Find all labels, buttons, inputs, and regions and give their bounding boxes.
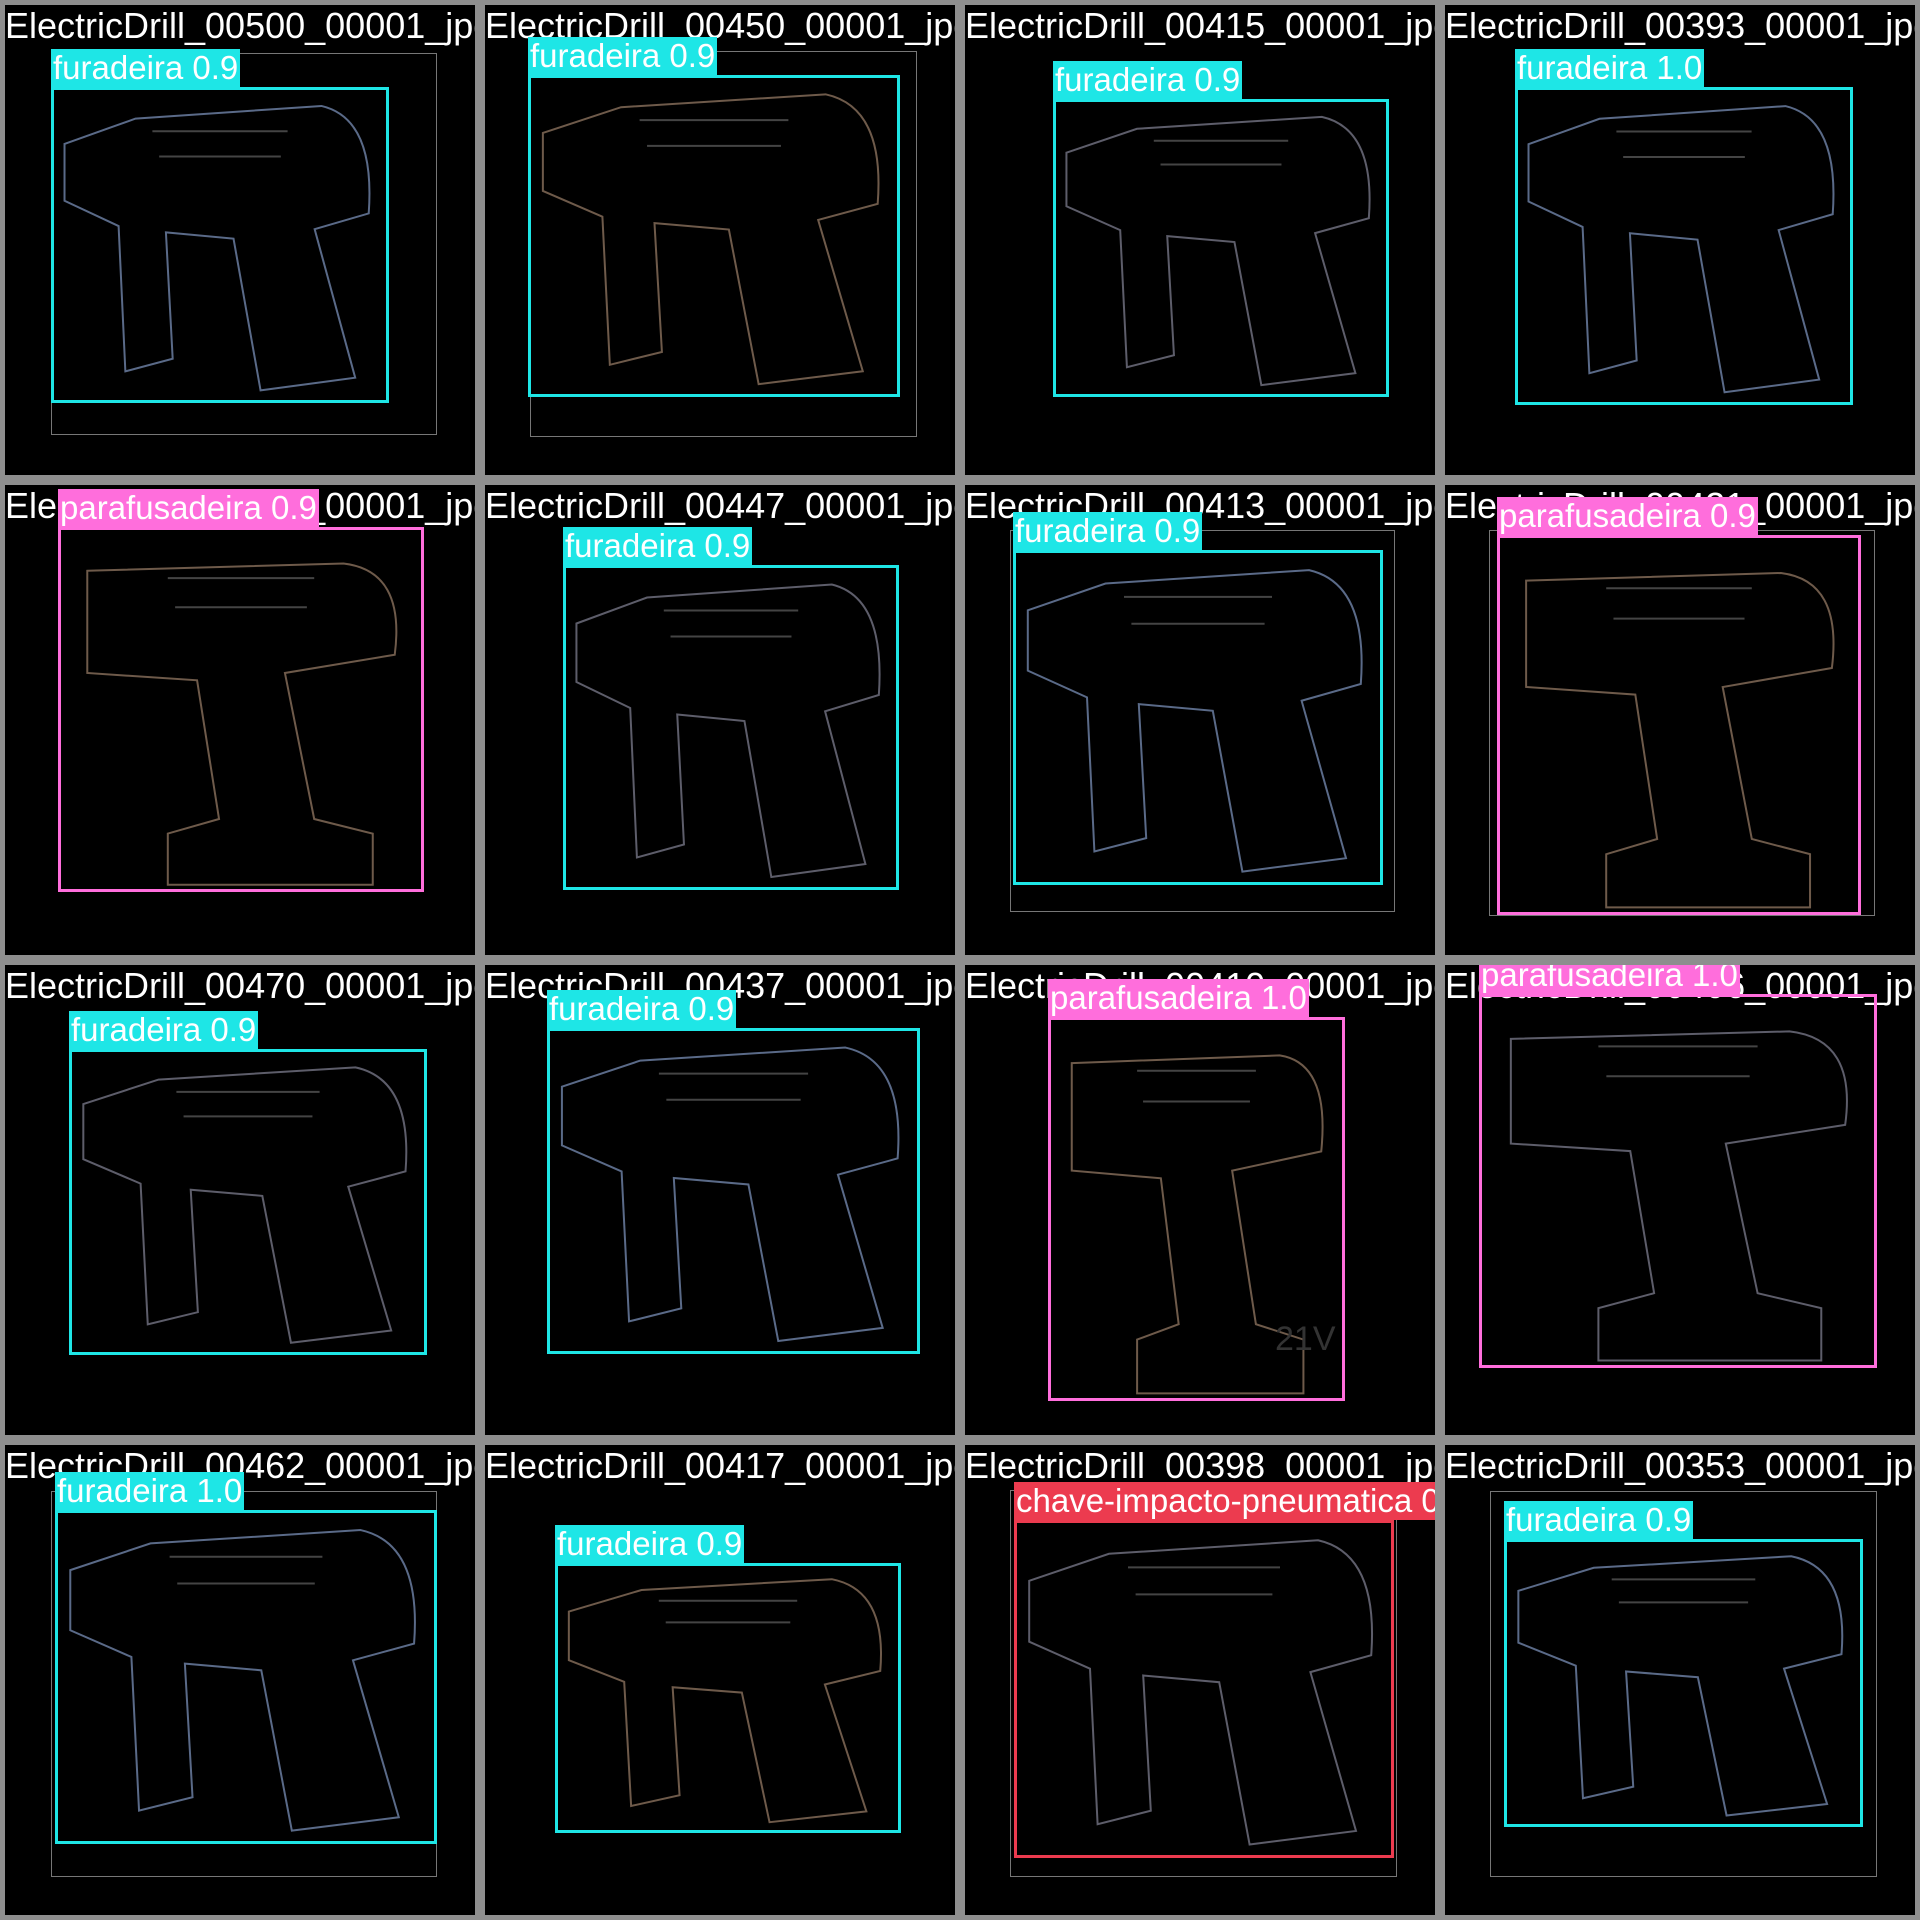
detection-box: furadeira 0.9 <box>69 1011 427 1355</box>
detection-label: parafusadeira 0.9 <box>58 489 319 527</box>
prediction-tile: ElectricDrill_00462_00001_jpg.rf.2b1f02a… <box>0 1440 480 1920</box>
detection-box: furadeira 0.9 <box>1504 1501 1863 1827</box>
image-filename: ElectricDrill_00500_00001_jpg.rf.6bd3458… <box>5 5 475 46</box>
detection-box: furadeira 0.9 <box>51 49 389 403</box>
detection-box: parafusadeira 1.0 <box>1479 965 1877 1368</box>
detection-label: parafusadeira 0.9 <box>1497 497 1758 535</box>
prediction-tile: ElectricDrill_00415_00001_jpg.rf.2022787… <box>960 0 1440 480</box>
prediction-tile: ElectricDrill_00500_00001_jpg.rf.6bd3458… <box>0 0 480 480</box>
detection-box: furadeira 0.9 <box>1053 61 1389 397</box>
prediction-tile: ElectricDrill_00413_00001_jpg.rf.d45f20f… <box>960 480 1440 960</box>
detection-label: furadeira 0.9 <box>1504 1501 1694 1539</box>
image-filename: ElectricDrill_00447_00001_jpg.rf.2064ef7… <box>485 485 955 526</box>
prediction-tile: ElectricDrill_00437_00001_jpg.rf.e9f1477… <box>480 960 960 1440</box>
detection-label: parafusadeira 1.0 <box>1479 965 1740 994</box>
detection-label: furadeira 0.9 <box>51 49 241 87</box>
prediction-tile: ElectricDrill_00401_00001_jpgparafusadei… <box>0 480 480 960</box>
prediction-tile: ElectricDrill_00421_00001_jpgparafusadei… <box>1440 480 1920 960</box>
prediction-tile: ElectricDrill_00417_00001_jpg.rf.76d4113… <box>480 1440 960 1920</box>
image-filename: ElectricDrill_00353_00001_jpg.rf.1e5f598… <box>1445 1445 1915 1486</box>
prediction-tile: ElectricDrill_00398_00001_jpg.rf.27591d6… <box>960 1440 1440 1920</box>
prediction-tile: ElectricDrill_00410_00001_jpg.rf.c8e8514… <box>960 960 1440 1440</box>
detection-label: furadeira 1.0 <box>1515 49 1705 87</box>
detection-box: furadeira 1.0 <box>1515 49 1853 405</box>
voltage-text: 21V <box>1275 1320 1336 1358</box>
detection-label: furadeira 0.9 <box>1053 61 1243 99</box>
detection-box: parafusadeira 0.9 <box>58 489 424 892</box>
detection-box: furadeira 0.9 <box>547 990 920 1354</box>
detection-box: furadeira 0.9 <box>555 1525 901 1833</box>
detection-box: furadeira 0.9 <box>1013 512 1383 885</box>
detection-box: furadeira 1.0 <box>55 1472 437 1844</box>
image-filename: ElectricDrill_00398_00001_jpg.rf.27591d6… <box>965 1445 1435 1486</box>
prediction-tile: ElectricDrill_00393_00001_jpg.rf.74ea119… <box>1440 0 1920 480</box>
detection-label: furadeira 0.9 <box>69 1011 259 1049</box>
detection-box: furadeira 0.9 <box>563 527 899 890</box>
prediction-tile: ElectricDrill_00450_00001_jpg.rf.6bd3458… <box>480 0 960 480</box>
detection-label: furadeira 0.9 <box>563 527 753 565</box>
prediction-tile: ElectricDrill_00353_00001_jpg.rf.1e5f598… <box>1440 1440 1920 1920</box>
detection-label: chave-impacto-pneumatica 0.6 <box>1014 1482 1435 1520</box>
prediction-tile: ElectricDrill_00470_00001_jpg.rf.4f97a3c… <box>0 960 480 1440</box>
detection-label: furadeira 0.9 <box>555 1525 745 1563</box>
image-filename: ElectricDrill_00415_00001_jpg.rf.2022787… <box>965 5 1435 46</box>
image-filename: ElectricDrill_00393_00001_jpg.rf.74ea119… <box>1445 5 1915 46</box>
prediction-tile: ElectricDrill_00406_00001_jpgparafusadei… <box>1440 960 1920 1440</box>
detection-label: furadeira 0.9 <box>547 990 737 1028</box>
detection-label: furadeira 1.0 <box>55 1472 245 1510</box>
detection-box: chave-impacto-pneumatica 0.6 <box>1014 1482 1435 1858</box>
prediction-tile: ElectricDrill_00447_00001_jpg.rf.2064ef7… <box>480 480 960 960</box>
detection-label: furadeira 0.9 <box>1013 512 1203 550</box>
detection-label: parafusadeira 1.0 <box>1048 979 1309 1017</box>
image-filename: ElectricDrill_00417_00001_jpg.rf.76d4113 <box>485 1445 955 1486</box>
detection-box: furadeira 0.9 <box>528 37 900 397</box>
detection-label: furadeira 0.9 <box>528 37 718 75</box>
detection-box: parafusadeira 0.9 <box>1497 497 1861 915</box>
image-filename: ElectricDrill_00470_00001_jpg.rf.4f97a3c… <box>5 965 475 1006</box>
